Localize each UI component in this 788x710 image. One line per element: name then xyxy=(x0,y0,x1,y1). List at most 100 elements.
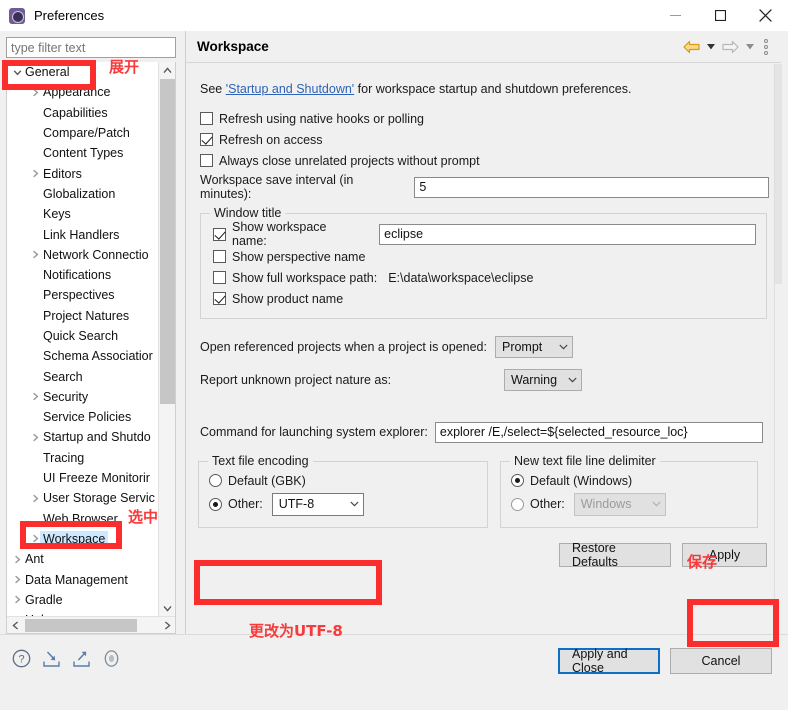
sidebar-item-ant[interactable]: Ant xyxy=(7,549,159,569)
show-product-name-row[interactable]: Show product name xyxy=(213,288,756,309)
tree-horizontal-scrollbar[interactable] xyxy=(7,616,175,634)
sidebar-item-quick-search[interactable]: Quick Search xyxy=(7,326,159,346)
chevron-right-icon[interactable] xyxy=(9,555,25,564)
sidebar-item-startup-and-shutdo[interactable]: Startup and Shutdo xyxy=(7,427,159,447)
tree-hscrollbar-thumb[interactable] xyxy=(25,619,137,632)
encoding-default-row[interactable]: Default (GBK) xyxy=(209,470,477,491)
line-delimiter-group: New text file line delimiter Default (Wi… xyxy=(500,454,758,528)
close-unrelated-projects-checkbox[interactable] xyxy=(200,154,213,167)
encoding-other-dropdown[interactable]: UTF-8 xyxy=(271,492,364,516)
open-referenced-dropdown[interactable]: Prompt xyxy=(494,336,573,358)
sidebar-item-perspectives[interactable]: Perspectives xyxy=(7,285,159,305)
sidebar-item-content-types[interactable]: Content Types xyxy=(7,143,159,163)
show-perspective-name-row[interactable]: Show perspective name xyxy=(213,246,756,267)
delimiter-default-row[interactable]: Default (Windows) xyxy=(511,470,747,491)
scroll-right-icon[interactable] xyxy=(159,617,175,633)
scroll-up-icon[interactable] xyxy=(159,62,175,79)
sidebar-item-globalization[interactable]: Globalization xyxy=(7,184,159,204)
back-dropdown-caret-icon[interactable] xyxy=(704,37,717,57)
sidebar-item-label: UI Freeze Monitorir xyxy=(43,471,150,486)
chevron-right-icon[interactable] xyxy=(27,169,43,178)
chevron-right-icon[interactable] xyxy=(9,575,25,584)
save-interval-input[interactable] xyxy=(414,176,769,198)
report-unknown-dropdown[interactable]: Warning xyxy=(504,369,582,391)
delimiter-default-radio[interactable] xyxy=(511,474,524,487)
sidebar-item-workspace[interactable]: Workspace xyxy=(7,529,159,549)
forward-dropdown-caret-icon[interactable] xyxy=(743,37,756,57)
sidebar-item-gradle[interactable]: Gradle xyxy=(7,590,159,610)
chevron-right-icon[interactable] xyxy=(27,494,43,503)
sidebar-item-schema-associatior[interactable]: Schema Associatior xyxy=(7,346,159,366)
workspace-name-input[interactable] xyxy=(379,223,756,245)
chevron-right-icon[interactable] xyxy=(9,595,25,604)
maximize-icon[interactable] xyxy=(698,0,743,31)
apply-and-close-button[interactable]: Apply and Close xyxy=(558,647,660,675)
close-icon[interactable] xyxy=(743,0,788,31)
close-unrelated-projects-row[interactable]: Always close unrelated projects without … xyxy=(200,150,769,171)
back-arrow-icon[interactable] xyxy=(681,37,701,57)
annotation-expand: 展开 xyxy=(109,58,140,76)
command-explorer-label: Command for launching system explorer: xyxy=(200,425,428,439)
show-full-workspace-path-label: Show full workspace path: xyxy=(232,270,378,285)
restore-defaults-button[interactable]: Restore Defaults xyxy=(559,541,671,569)
delimiter-other-radio[interactable] xyxy=(511,497,524,511)
sidebar-item-ui-freeze-monitorir[interactable]: UI Freeze Monitorir xyxy=(7,468,159,488)
minimize-icon[interactable] xyxy=(653,0,698,31)
panel-vertical-scrollbar[interactable] xyxy=(774,64,782,634)
refresh-on-access-checkbox[interactable] xyxy=(200,133,213,146)
preferences-tree[interactable]: General Appearance Capabilities Compare/Pat… xyxy=(6,62,176,634)
line-delimiter-legend: New text file line delimiter xyxy=(510,454,660,468)
command-explorer-input[interactable] xyxy=(434,421,763,443)
show-workspace-name-row[interactable]: Show workspace name: xyxy=(213,220,756,248)
chevron-right-icon[interactable] xyxy=(27,250,43,259)
show-full-workspace-path-checkbox[interactable] xyxy=(213,271,226,284)
panel-scrollbar-thumb[interactable] xyxy=(775,64,782,284)
sidebar-item-capabilities[interactable]: Capabilities xyxy=(7,103,159,123)
encoding-other-label: Other: xyxy=(228,497,263,511)
search-input[interactable] xyxy=(6,37,176,58)
sidebar-item-project-natures[interactable]: Project Natures xyxy=(7,306,159,326)
scroll-left-icon[interactable] xyxy=(7,617,24,634)
scroll-down-icon[interactable] xyxy=(159,600,175,617)
sidebar-item-search[interactable]: Search xyxy=(7,366,159,386)
sidebar-item-security[interactable]: Security xyxy=(7,387,159,407)
sidebar-item-link-handlers[interactable]: Link Handlers xyxy=(7,224,159,244)
sidebar-item-appearance[interactable]: Appearance xyxy=(7,82,159,102)
sidebar-item-tracing[interactable]: Tracing xyxy=(7,448,159,468)
panel-body: See 'Startup and Shutdown' for workspace… xyxy=(186,63,781,569)
tree-vertical-scrollbar[interactable] xyxy=(158,62,175,617)
resize-grip-icon[interactable] xyxy=(102,649,121,671)
sidebar-item-compare-patch[interactable]: Compare/Patch xyxy=(7,123,159,143)
svg-text:?: ? xyxy=(18,654,24,666)
sidebar-item-label: Compare/Patch xyxy=(43,126,130,141)
chevron-down-icon xyxy=(559,344,568,350)
delimiter-other-row[interactable]: Other: Windows xyxy=(511,491,747,517)
sidebar-item-data-management[interactable]: Data Management xyxy=(7,569,159,589)
show-full-workspace-path-row[interactable]: Show full workspace path: E:\data\worksp… xyxy=(213,267,756,288)
show-perspective-name-checkbox[interactable] xyxy=(213,250,226,263)
encoding-default-radio[interactable] xyxy=(209,474,222,487)
help-icon[interactable]: ? xyxy=(12,649,31,671)
sidebar-item-network-connectio[interactable]: Network Connectio xyxy=(7,245,159,265)
encoding-other-row[interactable]: Other: UTF-8 xyxy=(209,491,477,517)
show-workspace-name-checkbox[interactable] xyxy=(213,227,226,241)
tree-scrollbar-thumb[interactable] xyxy=(160,79,175,404)
sidebar-item-service-policies[interactable]: Service Policies xyxy=(7,407,159,427)
chevron-right-icon[interactable] xyxy=(27,392,43,401)
show-product-name-checkbox[interactable] xyxy=(213,292,226,305)
chevron-right-icon[interactable] xyxy=(27,433,43,442)
sidebar-item-notifications[interactable]: Notifications xyxy=(7,265,159,285)
startup-and-shutdown-link[interactable]: 'Startup and Shutdown' xyxy=(226,82,354,96)
sidebar-item-editors[interactable]: Editors xyxy=(7,163,159,183)
encoding-other-radio[interactable] xyxy=(209,497,222,511)
cancel-button[interactable]: Cancel xyxy=(670,648,772,674)
chevron-down-icon[interactable] xyxy=(9,68,25,77)
sidebar-item-keys[interactable]: Keys xyxy=(7,204,159,224)
import-icon[interactable] xyxy=(42,649,61,671)
refresh-native-hooks-checkbox[interactable] xyxy=(200,112,213,125)
refresh-native-hooks-row[interactable]: Refresh using native hooks or polling xyxy=(200,108,769,129)
refresh-on-access-row[interactable]: Refresh on access xyxy=(200,129,769,150)
export-icon[interactable] xyxy=(72,649,91,671)
view-menu-icon[interactable] xyxy=(759,37,773,57)
chevron-right-icon[interactable] xyxy=(27,88,43,97)
